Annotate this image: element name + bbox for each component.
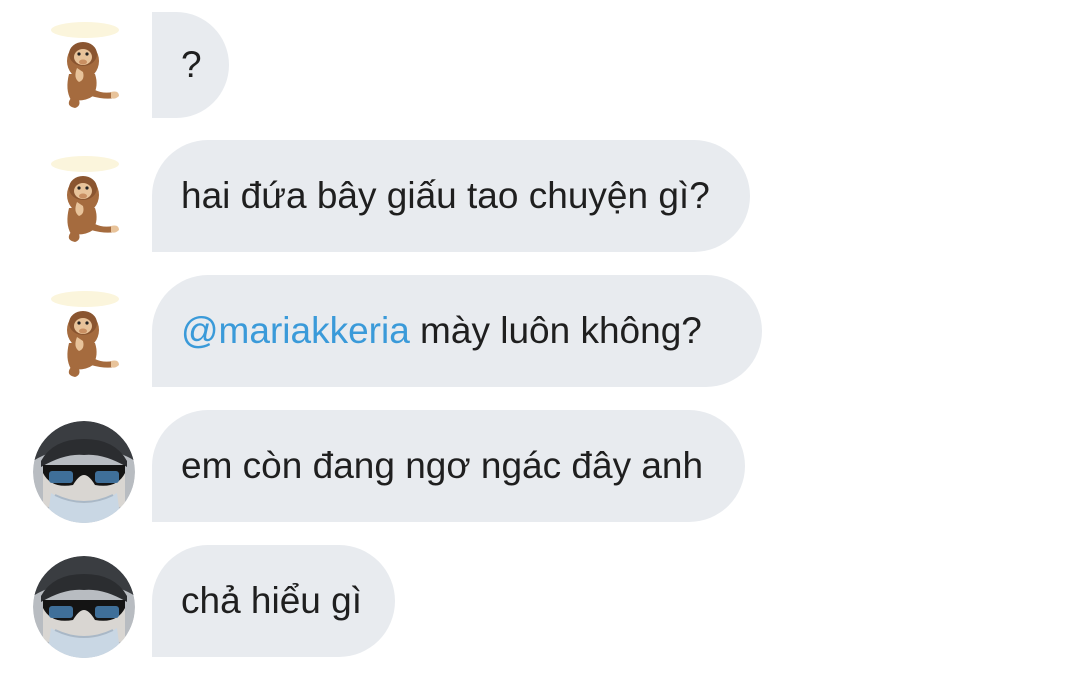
- user-photo-avatar-icon[interactable]: [33, 421, 135, 523]
- user-mention-link[interactable]: @mariakkeria: [181, 310, 410, 351]
- user-photo-avatar-icon[interactable]: [33, 556, 135, 658]
- message-row: hai đứa bây giấu tao chuyện gì?: [0, 130, 1080, 265]
- message-text: hai đứa bây giấu tao chuyện gì?: [181, 175, 710, 216]
- message-bubble[interactable]: @mariakkeria mày luôn không?: [152, 275, 762, 387]
- message-text: chả hiểu gì: [181, 580, 363, 621]
- message-text: ?: [181, 44, 202, 85]
- message-bubble[interactable]: hai đứa bây giấu tao chuyện gì?: [152, 140, 750, 252]
- message-text: mày luôn không?: [409, 310, 702, 351]
- message-thread: ? hai đứa bây giấu tao chuyện gì? @maria…: [0, 0, 1080, 674]
- monkey-avatar-icon[interactable]: [33, 285, 135, 387]
- monkey-avatar-icon[interactable]: [33, 150, 135, 252]
- message-bubble[interactable]: chả hiểu gì: [152, 545, 395, 657]
- message-text: em còn đang ngơ ngác đây anh: [181, 445, 704, 486]
- monkey-avatar-icon[interactable]: [33, 16, 135, 118]
- message-row: chả hiểu gì: [0, 535, 1080, 674]
- message-row: ?: [0, 0, 1080, 130]
- message-row: @mariakkeria mày luôn không?: [0, 265, 1080, 400]
- message-bubble[interactable]: ?: [152, 12, 229, 118]
- message-row: em còn đang ngơ ngác đây anh: [0, 400, 1080, 535]
- message-bubble[interactable]: em còn đang ngơ ngác đây anh: [152, 410, 745, 522]
